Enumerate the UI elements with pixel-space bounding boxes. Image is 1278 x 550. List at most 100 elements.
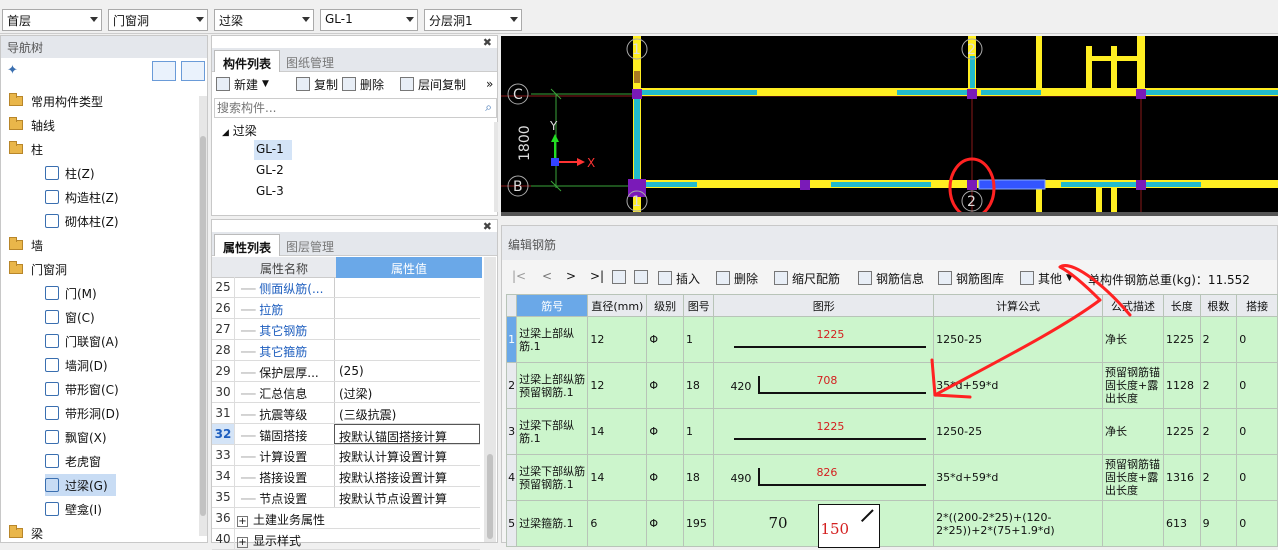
rebar-cell-lap[interactable]: 0 xyxy=(1236,500,1278,547)
expand-icon[interactable]: + xyxy=(237,516,248,527)
rebar-cell-formula[interactable]: 35*d+59*d xyxy=(933,454,1103,501)
component-select[interactable]: GL-1 xyxy=(320,9,418,31)
nav-tree-item[interactable]: 过梁(G) xyxy=(45,474,116,496)
tab-layer-manage[interactable]: 图层管理 xyxy=(278,234,342,256)
rebar-cell-fig[interactable]: 18 xyxy=(682,362,715,409)
rebar-cell-desc[interactable]: 预留钢筋锚固长度+露出长度 xyxy=(1101,454,1165,501)
cad-canvas[interactable]: 1 2 C B 1 2 1800 Y X xyxy=(501,36,1278,216)
property-value[interactable]: (三级抗震) xyxy=(334,403,480,423)
last-icon[interactable]: >| xyxy=(590,269,604,283)
tab-component-list[interactable]: 构件列表 xyxy=(214,50,281,72)
rebar-cell-fig[interactable]: 195 xyxy=(682,500,715,547)
rebar-column-header[interactable]: 搭接 xyxy=(1236,294,1278,317)
rebar-column-header[interactable]: 图号 xyxy=(682,294,715,317)
rebar-cell-count[interactable]: 2 xyxy=(1199,316,1238,363)
property-row[interactable]: 27 ── 其它钢筋 xyxy=(212,319,480,340)
tab-property-list[interactable]: 属性列表 xyxy=(214,234,281,256)
rebar-cell-count[interactable]: 2 xyxy=(1199,408,1238,455)
property-value[interactable] xyxy=(334,277,480,297)
property-value[interactable]: (25) xyxy=(334,361,480,381)
nav-tree-item[interactable]: 老虎窗 xyxy=(45,450,101,472)
rebar-row[interactable]: 1 过梁上部纵筋.1 12 Φ 1 1225 1250-25 净长 1225 2 0 xyxy=(505,316,1278,363)
property-value[interactable]: (过梁) xyxy=(334,382,480,402)
rebar-cell-name[interactable]: 过梁箍筋.1 xyxy=(516,500,589,547)
nav-tree-item[interactable]: 构造柱(Z) xyxy=(45,186,119,208)
nav-tree-item[interactable]: 门联窗(A) xyxy=(45,330,119,352)
rebar-row[interactable]: 5 过梁箍筋.1 6 Φ 195 70 150 2*((200-2*25)+(120-2*25… xyxy=(505,500,1278,548)
list-view-icon[interactable] xyxy=(152,61,176,81)
rebar-cell-grade[interactable]: Φ xyxy=(646,316,684,363)
rebar-cell-dia[interactable]: 6 xyxy=(587,500,648,547)
property-value[interactable] xyxy=(334,340,480,360)
property-row[interactable]: 30 ── 汇总信息 (过梁) xyxy=(212,382,480,403)
rebar-cell-fig[interactable]: 18 xyxy=(682,454,715,501)
rebar-cell-dia[interactable]: 12 xyxy=(587,362,648,409)
cad-splitter[interactable] xyxy=(501,212,1278,216)
rebar-column-header[interactable]: 级别 xyxy=(646,294,684,317)
property-row[interactable]: 31 ── 抗震等级 (三级抗震) xyxy=(212,403,480,424)
rebar-cell-len[interactable]: 1128 xyxy=(1163,362,1201,409)
rebar-cell-fig[interactable]: 1 xyxy=(682,316,715,363)
property-row[interactable]: 32 ── 锚固搭接 按默认锚固搭接计算 xyxy=(212,424,480,445)
rebar-column-header[interactable]: 筋号 xyxy=(516,294,589,317)
rebar-cell-dia[interactable]: 14 xyxy=(587,408,648,455)
component-scrollbar[interactable] xyxy=(494,122,498,212)
new-button[interactable]: 新建 ▼ xyxy=(216,73,269,95)
property-row[interactable]: 40 + 显示样式 xyxy=(212,529,480,550)
rebar-cell-fig[interactable]: 1 xyxy=(682,408,715,455)
search-icon[interactable]: ⌕ xyxy=(485,100,492,115)
nav-tree-item[interactable]: 柱 xyxy=(9,138,43,160)
rebar-cell-desc[interactable]: 净长 xyxy=(1101,408,1165,455)
rebar-cell-count[interactable]: 2 xyxy=(1199,454,1238,501)
rebar-cell-name[interactable]: 过梁下部纵筋.1 xyxy=(516,408,589,455)
rebar-cell-desc[interactable] xyxy=(1101,500,1165,547)
move-down-icon[interactable] xyxy=(634,270,648,284)
scale-rebar-button[interactable]: 缩尺配筋 xyxy=(774,267,840,289)
rebar-cell-count[interactable]: 2 xyxy=(1199,362,1238,409)
property-row[interactable]: 34 ── 搭接设置 按默认搭接设置计算 xyxy=(212,466,480,487)
property-row[interactable]: 36 + 土建业务属性 xyxy=(212,508,480,529)
type-select[interactable]: 过梁 xyxy=(214,9,314,31)
move-up-icon[interactable] xyxy=(612,270,626,284)
delete-rebar-button[interactable]: 删除 xyxy=(716,267,758,289)
next-icon[interactable]: > xyxy=(566,269,576,283)
component-item[interactable]: GL-1 xyxy=(256,142,284,156)
nav-tree-item[interactable]: 带形洞(D) xyxy=(45,402,120,424)
component-group[interactable]: ◢ 过梁 xyxy=(222,122,257,139)
rebar-cell-dia[interactable]: 12 xyxy=(587,316,648,363)
pin-icon[interactable]: ✦ xyxy=(7,63,18,78)
nav-tree-item[interactable]: 梁 xyxy=(9,522,43,544)
nav-tree-item[interactable]: 门窗洞 xyxy=(9,258,67,280)
property-value[interactable] xyxy=(334,298,480,318)
more-icon[interactable]: » xyxy=(486,73,493,95)
rebar-column-header[interactable]: 直径(mm) xyxy=(587,294,648,317)
rebar-cell-len[interactable]: 613 xyxy=(1163,500,1201,547)
rebar-cell-lap[interactable]: 0 xyxy=(1236,316,1278,363)
component-item[interactable]: GL-3 xyxy=(256,184,284,198)
property-scrollbar-thumb[interactable] xyxy=(487,454,493,539)
property-value[interactable]: 按默认计算设置计算 xyxy=(334,445,480,465)
rebar-column-header[interactable]: 根数 xyxy=(1199,294,1238,317)
rebar-cell-dia[interactable]: 14 xyxy=(587,454,648,501)
nav-tree-item[interactable]: 飘窗(X) xyxy=(45,426,107,448)
nav-tree-item[interactable]: 壁龛(I) xyxy=(45,498,102,520)
rebar-cell-formula[interactable]: 1250-25 xyxy=(933,408,1103,455)
rebar-cell-len[interactable]: 1225 xyxy=(1163,316,1201,363)
rebar-cell-grade[interactable]: Φ xyxy=(646,454,684,501)
layer-copy-button[interactable]: 层间复制 xyxy=(400,73,466,95)
nav-tree-item[interactable]: 常用构件类型 xyxy=(9,90,103,112)
nav-tree-item[interactable]: 柱(Z) xyxy=(45,162,95,184)
cad-drawing[interactable]: 1 2 C B 1 2 1800 Y X xyxy=(501,36,1278,216)
rebar-cell-lap[interactable]: 0 xyxy=(1236,408,1278,455)
nav-scrollbar[interactable] xyxy=(199,96,207,536)
rebar-row[interactable]: 2 过梁上部纵筋预留钢筋.1 12 Φ 18 420 708 35*d+59*d 预留钢筋锚固长… xyxy=(505,362,1278,409)
property-value[interactable] xyxy=(334,319,480,339)
search-input[interactable] xyxy=(215,99,475,117)
nav-tree-item[interactable]: 墙洞(D) xyxy=(45,354,108,376)
prev-icon[interactable]: < xyxy=(542,269,552,283)
rebar-cell-count[interactable]: 9 xyxy=(1199,500,1238,547)
nav-scrollbar-thumb[interactable] xyxy=(200,136,206,516)
rebar-row[interactable]: 4 过梁下部纵筋预留钢筋.1 14 Φ 18 490 826 35*d+59*d 预留钢筋锚固长… xyxy=(505,454,1278,501)
category-select[interactable]: 门窗洞 xyxy=(108,9,208,31)
rebar-cell-grade[interactable]: Φ xyxy=(646,362,684,409)
